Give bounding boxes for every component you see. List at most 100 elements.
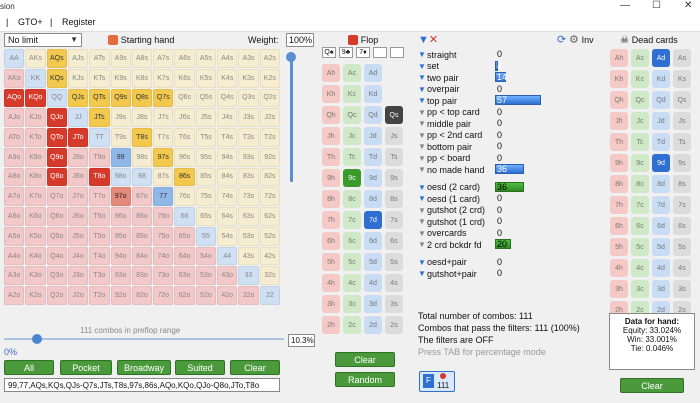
hand-cell-43s[interactable]: 43s bbox=[238, 246, 259, 266]
hand-cell-95o[interactable]: 95o bbox=[110, 226, 131, 246]
hand-cell-63s[interactable]: 63s bbox=[238, 207, 259, 226]
hand-cell-T2s[interactable]: T2s bbox=[259, 128, 280, 147]
dead-card-Ah[interactable]: Ah bbox=[610, 49, 628, 67]
dead-card-7c[interactable]: 7c bbox=[631, 196, 649, 214]
flop-card-Qd[interactable]: Qd bbox=[364, 106, 382, 124]
hand-cell-94s[interactable]: 94s bbox=[217, 147, 238, 167]
hand-cell-AQs[interactable]: AQs bbox=[46, 49, 67, 68]
flop-card-4d[interactable]: 4d bbox=[364, 274, 382, 292]
flop-card-5s[interactable]: 5s bbox=[385, 253, 403, 271]
flop-card-9s[interactable]: 9s bbox=[385, 169, 403, 187]
hand-cell-T5s[interactable]: T5s bbox=[195, 128, 217, 147]
hand-cell-J7o[interactable]: J7o bbox=[67, 187, 89, 207]
hand-cell-Q3o[interactable]: Q3o bbox=[46, 266, 67, 286]
hand-cell-AQo[interactable]: AQo bbox=[4, 88, 25, 108]
hand-cell-KQs[interactable]: KQs bbox=[46, 68, 67, 88]
dead-card-6s[interactable]: 6s bbox=[673, 217, 691, 235]
flop-card-4c[interactable]: 4c bbox=[343, 274, 361, 292]
flop-card-Jc[interactable]: Jc bbox=[343, 127, 361, 145]
flop-card-8d[interactable]: 8d bbox=[364, 190, 382, 208]
hand-cell-75o[interactable]: 75o bbox=[153, 226, 174, 246]
hand-cell-AJo[interactable]: AJo bbox=[4, 108, 25, 128]
hand-cell-76o[interactable]: 76o bbox=[153, 207, 174, 226]
hand-cell-T7s[interactable]: T7s bbox=[153, 128, 174, 147]
hand-cell-T9s[interactable]: T9s bbox=[110, 128, 131, 147]
flop-card-9d[interactable]: 9d bbox=[364, 169, 382, 187]
hand-cell-85s[interactable]: 85s bbox=[195, 167, 217, 187]
flop-card-2h[interactable]: 2h bbox=[322, 316, 340, 334]
flop-card-Ah[interactable]: Ah bbox=[322, 64, 340, 82]
hand-cell-65s[interactable]: 65s bbox=[195, 207, 217, 226]
dead-card-8s[interactable]: 8s bbox=[673, 175, 691, 193]
filter-row-oesd-2-card-[interactable]: ▼ oesd (2 card) bbox=[418, 182, 480, 193]
weight-slider-handle[interactable] bbox=[286, 52, 296, 62]
hand-cell-98s[interactable]: 98s bbox=[131, 147, 153, 167]
filter-row-2-crd-bckdr-fd[interactable]: ▼ 2 crd bckdr fd bbox=[418, 239, 482, 250]
dead-card-Ac[interactable]: Ac bbox=[631, 49, 649, 67]
hand-cell-33[interactable]: 33 bbox=[238, 266, 259, 286]
hand-cell-J9o[interactable]: J9o bbox=[67, 147, 89, 167]
filter-badge-button[interactable]: F 111 bbox=[419, 371, 455, 392]
hand-cell-62o[interactable]: 62o bbox=[174, 286, 195, 305]
maximize-button[interactable]: ☐ bbox=[652, 0, 661, 11]
board-card-2[interactable]: 9♣ bbox=[339, 47, 353, 58]
hand-cell-K8o[interactable]: K8o bbox=[25, 167, 46, 187]
hand-cell-Q4o[interactable]: Q4o bbox=[46, 246, 67, 266]
hand-cell-66[interactable]: 66 bbox=[174, 207, 195, 226]
hand-cell-KJs[interactable]: KJs bbox=[67, 68, 89, 88]
dead-card-5s[interactable]: 5s bbox=[673, 238, 691, 256]
flop-card-Th[interactable]: Th bbox=[322, 148, 340, 166]
hand-cell-44[interactable]: 44 bbox=[217, 246, 238, 266]
filter-icon[interactable]: ▼ bbox=[418, 34, 429, 46]
hand-cell-87s[interactable]: 87s bbox=[153, 167, 174, 187]
hand-cell-64s[interactable]: 64s bbox=[217, 207, 238, 226]
hand-cell-A8o[interactable]: A8o bbox=[4, 167, 25, 187]
flop-card-7c[interactable]: 7c bbox=[343, 211, 361, 229]
hand-cell-T7o[interactable]: T7o bbox=[89, 187, 110, 207]
hand-cell-J2s[interactable]: J2s bbox=[259, 108, 280, 128]
dead-card-5c[interactable]: 5c bbox=[631, 238, 649, 256]
hand-cell-52s[interactable]: 52s bbox=[259, 226, 280, 246]
hand-cell-AJs[interactable]: AJs bbox=[67, 49, 89, 68]
dead-card-6h[interactable]: 6h bbox=[610, 217, 628, 235]
hand-cell-92o[interactable]: 92o bbox=[110, 286, 131, 305]
dead-card-Th[interactable]: Th bbox=[610, 133, 628, 151]
flop-card-5c[interactable]: 5c bbox=[343, 253, 361, 271]
hand-cell-76s[interactable]: 76s bbox=[174, 187, 195, 207]
hand-cell-73o[interactable]: 73o bbox=[153, 266, 174, 286]
dead-card-Ad[interactable]: Ad bbox=[652, 49, 670, 67]
hand-cell-98o[interactable]: 98o bbox=[110, 167, 131, 187]
flop-card-4s[interactable]: 4s bbox=[385, 274, 403, 292]
flop-card-Tc[interactable]: Tc bbox=[343, 148, 361, 166]
hand-cell-QJs[interactable]: QJs bbox=[67, 88, 89, 108]
dead-card-9s[interactable]: 9s bbox=[673, 154, 691, 172]
dead-card-Jd[interactable]: Jd bbox=[652, 112, 670, 130]
dead-card-9h[interactable]: 9h bbox=[610, 154, 628, 172]
hand-cell-64o[interactable]: 64o bbox=[174, 246, 195, 266]
dead-card-Kc[interactable]: Kc bbox=[631, 70, 649, 88]
weight-slider[interactable] bbox=[286, 52, 296, 182]
filter-row-straight[interactable]: ▼ straight bbox=[418, 49, 457, 60]
hand-cell-54o[interactable]: 54o bbox=[195, 246, 217, 266]
hand-cell-J4s[interactable]: J4s bbox=[217, 108, 238, 128]
refresh-icon[interactable]: ⟳ bbox=[557, 34, 566, 46]
funnel-icon[interactable]: ▼ bbox=[418, 258, 426, 267]
hand-cell-Q5s[interactable]: Q5s bbox=[195, 88, 217, 108]
hand-cell-JJ[interactable]: JJ bbox=[67, 108, 89, 128]
hand-cell-A7s[interactable]: A7s bbox=[153, 49, 174, 68]
hand-cell-K3o[interactable]: K3o bbox=[25, 266, 46, 286]
funnel-icon[interactable]: ▼ bbox=[418, 165, 426, 174]
dead-card-8h[interactable]: 8h bbox=[610, 175, 628, 193]
hand-cell-Q2o[interactable]: Q2o bbox=[46, 286, 67, 305]
hand-cell-A4s[interactable]: A4s bbox=[217, 49, 238, 68]
funnel-icon[interactable]: ▼ bbox=[418, 194, 426, 203]
inv-label[interactable]: Inv bbox=[582, 35, 594, 45]
hand-cell-T6s[interactable]: T6s bbox=[174, 128, 195, 147]
hand-cell-86s[interactable]: 86s bbox=[174, 167, 195, 187]
dead-card-4d[interactable]: 4d bbox=[652, 259, 670, 277]
flop-card-Kd[interactable]: Kd bbox=[364, 85, 382, 103]
flop-card-Kc[interactable]: Kc bbox=[343, 85, 361, 103]
hand-cell-96o[interactable]: 96o bbox=[110, 207, 131, 226]
dead-card-Tc[interactable]: Tc bbox=[631, 133, 649, 151]
hand-cell-T5o[interactable]: T5o bbox=[89, 226, 110, 246]
